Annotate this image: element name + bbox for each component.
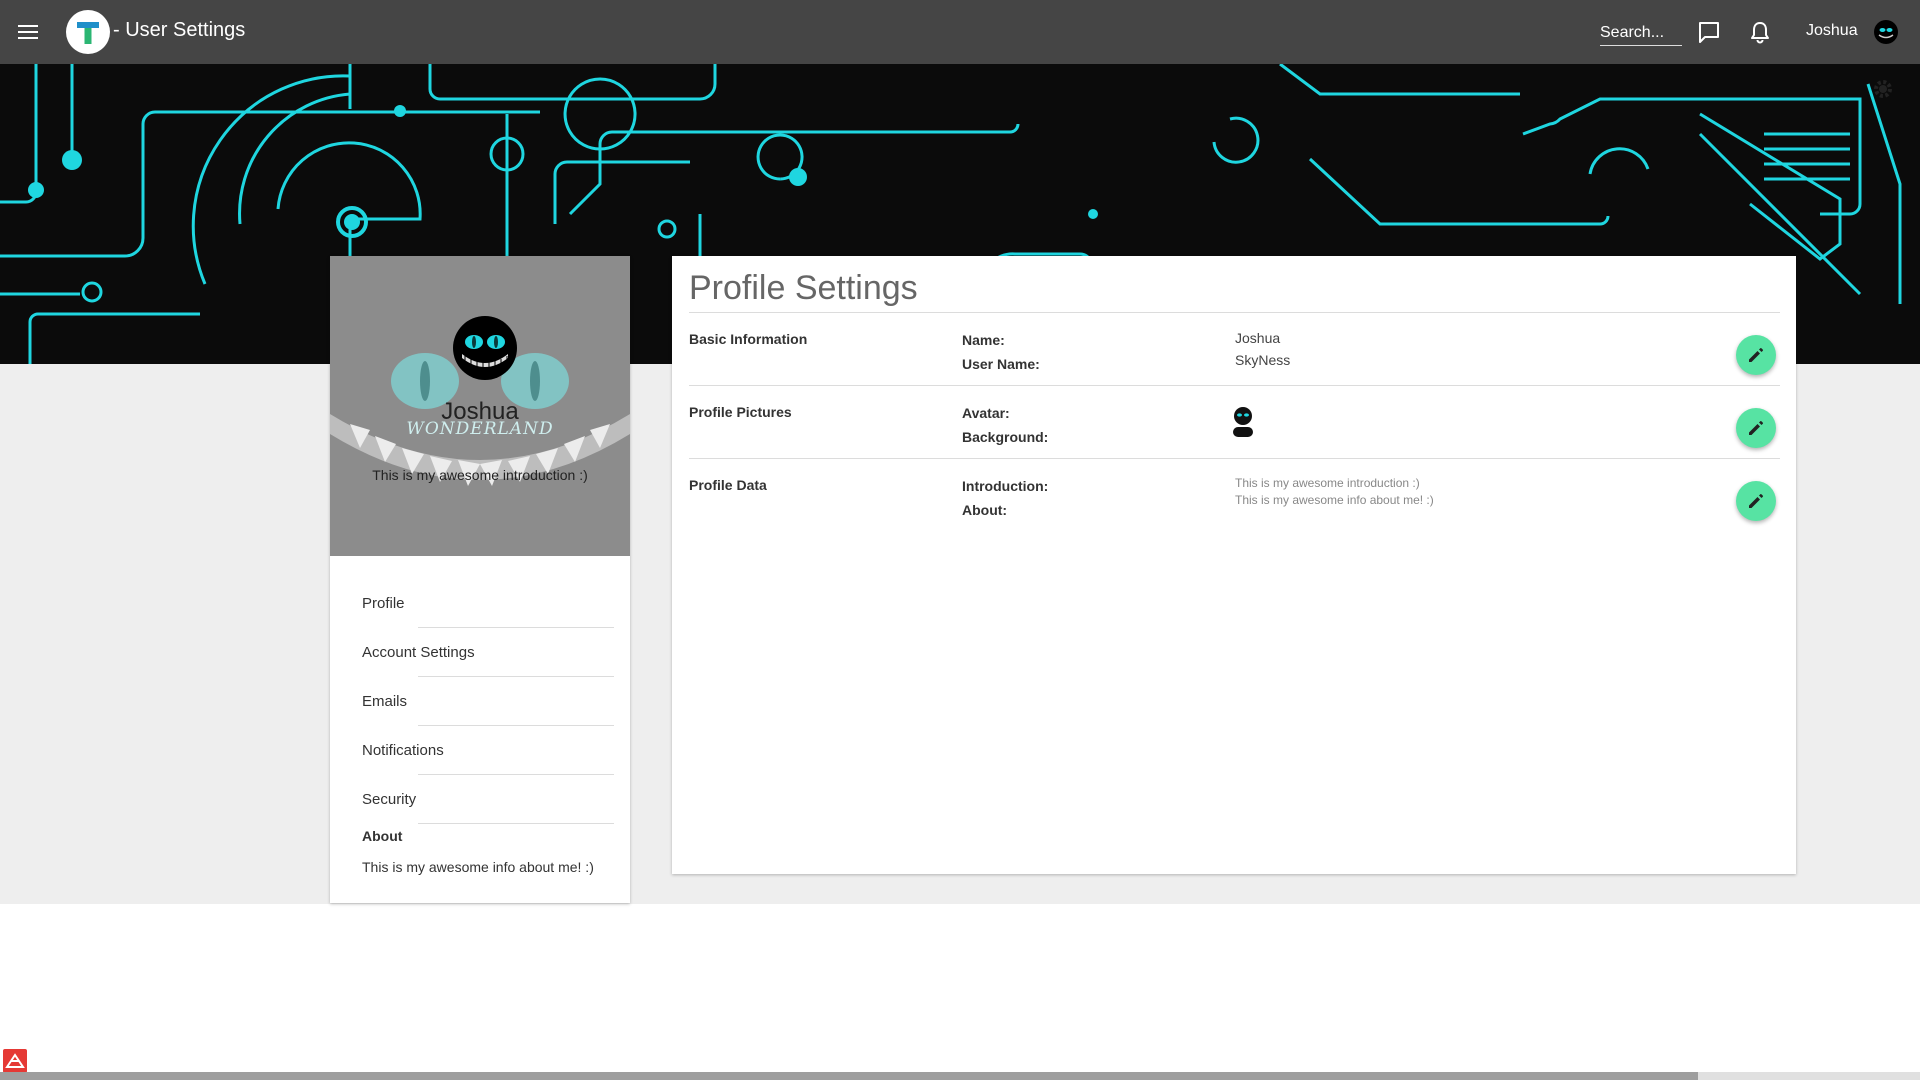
sidebar-item-emails[interactable]: Emails <box>362 677 614 726</box>
profile-introduction: This is my awesome introduction :) <box>372 467 588 483</box>
field-label-background: Background: <box>962 429 1049 445</box>
divider <box>418 823 614 824</box>
avatar-thumbnail[interactable] <box>1232 407 1254 437</box>
about-text: This is my awesome info about me! :) <box>362 859 594 875</box>
edit-basic-information-button[interactable] <box>1736 335 1776 375</box>
pencil-icon <box>1749 493 1764 508</box>
profile-card: WONDERLAND Joshua This is my awesome int… <box>330 256 630 903</box>
bell-icon[interactable] <box>1746 18 1774 46</box>
field-value-name: Joshua <box>1235 330 1281 346</box>
edit-profile-pictures-button[interactable] <box>1736 408 1776 448</box>
field-value-about: This is my awesome info about me! :) <box>1235 493 1434 507</box>
basic-information-section: Basic Information Name: User Name: Joshu… <box>689 313 1780 386</box>
sidebar-item-label: Emails <box>362 693 408 710</box>
sidebar-item-label: Profile <box>362 595 405 612</box>
sidebar-item-label: Notifications <box>362 742 444 759</box>
about-heading: About <box>362 828 403 844</box>
chat-icon[interactable] <box>1695 18 1723 46</box>
search-input[interactable] <box>1600 20 1682 46</box>
settings-title: Profile Settings <box>689 269 918 307</box>
field-value-introduction: This is my awesome introduction :) <box>1235 476 1420 490</box>
sidebar-item-notifications[interactable]: Notifications <box>362 726 614 775</box>
sidebar-item-label: Security <box>362 791 417 808</box>
field-label-introduction: Introduction: <box>962 478 1049 494</box>
pencil-icon <box>1749 347 1764 362</box>
user-avatar[interactable] <box>1874 20 1898 44</box>
top-app-bar: - User Settings Joshua <box>0 0 1920 64</box>
banner-settings-gear-icon[interactable] <box>1872 78 1894 100</box>
edit-profile-data-button[interactable] <box>1736 481 1776 521</box>
extension-icon[interactable] <box>3 1049 27 1073</box>
section-title: Profile Data <box>689 477 767 493</box>
field-label-avatar: Avatar: <box>962 405 1010 421</box>
field-value-user-name: SkyNess <box>1235 352 1291 368</box>
sidebar-item-label: Account Settings <box>362 644 475 661</box>
sidebar-item-profile[interactable]: Profile <box>362 579 614 628</box>
section-title: Profile Pictures <box>689 404 792 420</box>
field-label-name: Name: <box>962 332 1005 348</box>
profile-name: Joshua <box>441 398 519 425</box>
pencil-icon <box>1749 420 1764 435</box>
field-label-user-name: User Name: <box>962 356 1040 372</box>
scrollbar-thumb[interactable] <box>0 1072 1698 1080</box>
field-label-about: About: <box>962 502 1008 518</box>
menu-icon[interactable] <box>14 18 42 46</box>
sidebar-item-security[interactable]: Security <box>362 775 614 824</box>
user-menu-name[interactable]: Joshua <box>1806 22 1858 40</box>
page-title: - User Settings <box>113 19 246 41</box>
profile-settings-card: Profile Settings Basic Information Name:… <box>672 256 1796 874</box>
section-title: Basic Information <box>689 331 808 347</box>
horizontal-scrollbar[interactable] <box>0 1072 1920 1080</box>
profile-data-section: Profile Data Introduction: About: This i… <box>689 459 1780 532</box>
profile-avatar[interactable] <box>453 316 517 380</box>
app-logo[interactable] <box>66 10 110 54</box>
profile-card-header: WONDERLAND Joshua This is my awesome int… <box>330 256 630 556</box>
sidebar-item-account-settings[interactable]: Account Settings <box>362 628 614 677</box>
